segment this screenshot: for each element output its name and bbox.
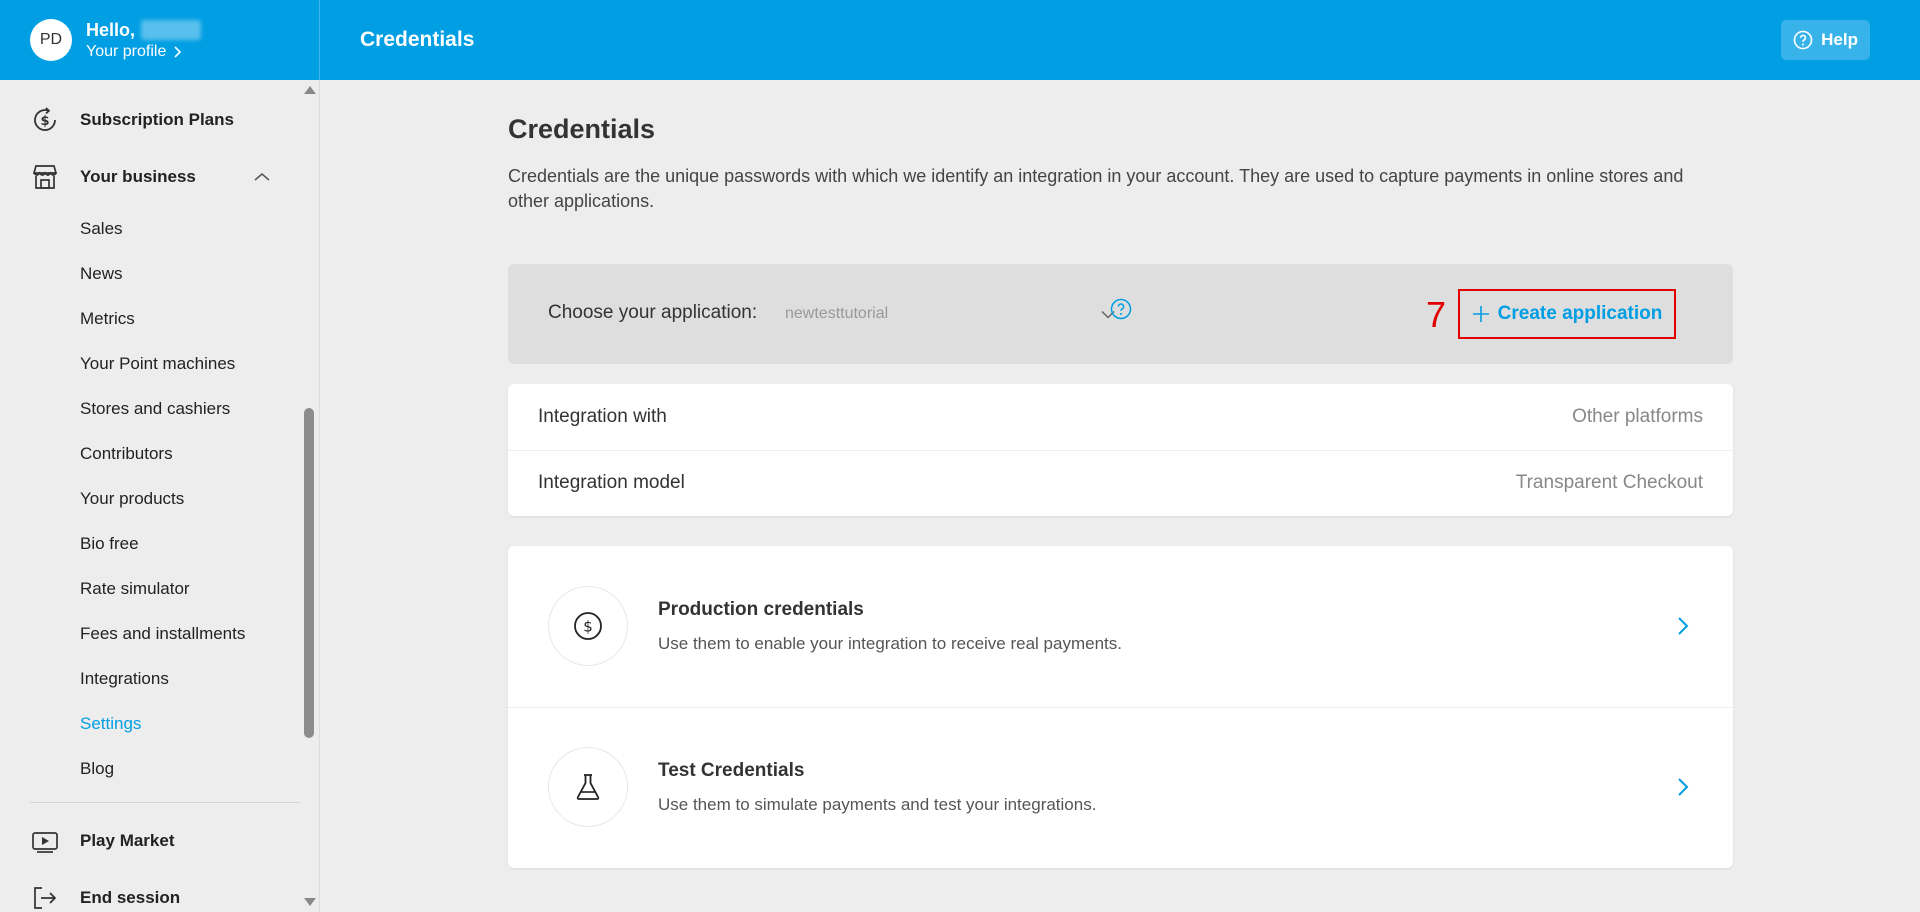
cred-title: Production credentials bbox=[658, 599, 864, 620]
sidebar-item-label: Subscription Plans bbox=[80, 110, 234, 129]
chevron-right-icon[interactable] bbox=[1677, 616, 1689, 636]
info-key: Integration model bbox=[538, 472, 685, 493]
test-credentials-row[interactable]: Test Credentials Use them to simulate pa… bbox=[508, 707, 1733, 868]
sidebar-item-your-business[interactable]: Your business bbox=[30, 157, 270, 197]
scroll-thumb[interactable] bbox=[304, 408, 314, 738]
sidebar-item-fees-installments[interactable]: Fees and installments bbox=[80, 619, 245, 649]
sidebar-scrollbar[interactable] bbox=[300, 80, 318, 912]
chevron-right-icon[interactable] bbox=[1677, 777, 1689, 797]
help-label: Help bbox=[1821, 30, 1858, 49]
production-credentials-row[interactable]: $ Production credentials Use them to ena… bbox=[508, 546, 1733, 707]
scroll-up-arrow[interactable] bbox=[304, 86, 316, 94]
selected-application: newtesttutorial bbox=[785, 305, 889, 322]
cred-subtitle: Use them to simulate payments and test y… bbox=[658, 795, 1097, 814]
plus-icon bbox=[1472, 306, 1489, 322]
sidebar-item-sales[interactable]: Sales bbox=[80, 214, 123, 244]
page-title: Credentials bbox=[508, 114, 656, 144]
integration-info-card: Integration with Other platforms Integra… bbox=[508, 384, 1733, 516]
step-number: 7 bbox=[1426, 294, 1447, 335]
help-button[interactable]: Help bbox=[1781, 20, 1870, 60]
sidebar-item-subscription-plans[interactable]: $ Subscription Plans bbox=[30, 100, 270, 140]
cred-title: Test Credentials bbox=[658, 760, 805, 781]
svg-text:$: $ bbox=[583, 618, 593, 636]
greeting: Hello, Your profile bbox=[86, 19, 202, 61]
sidebar-item-end-session[interactable]: End session bbox=[30, 878, 270, 912]
info-key: Integration with bbox=[538, 406, 667, 427]
chevron-up-icon[interactable] bbox=[254, 172, 270, 182]
sidebar-item-news[interactable]: News bbox=[80, 259, 123, 289]
redacted-name bbox=[141, 20, 202, 40]
credentials-card: $ Production credentials Use them to ena… bbox=[508, 546, 1733, 868]
scroll-down-arrow[interactable] bbox=[304, 898, 316, 906]
sidebar-item-point-machines[interactable]: Your Point machines bbox=[80, 349, 235, 379]
sidebar-item-rate-simulator[interactable]: Rate simulator bbox=[80, 574, 190, 604]
create-application-label: Create application bbox=[1497, 303, 1663, 324]
application-chooser: Choose your application: newtesttutorial… bbox=[508, 264, 1733, 364]
sidebar-item-your-products[interactable]: Your products bbox=[80, 484, 184, 514]
top-bar: PD Hello, Your profile Credentials Help bbox=[0, 0, 1920, 80]
sidebar-item-label: Your business bbox=[80, 167, 196, 186]
create-application-button[interactable]: Create application bbox=[1458, 289, 1676, 339]
question-icon[interactable] bbox=[1110, 298, 1132, 320]
svg-text:$: $ bbox=[40, 114, 49, 129]
profile-link-label: Your profile bbox=[86, 42, 167, 60]
sidebar-item-settings[interactable]: Settings bbox=[80, 709, 141, 739]
sidebar-item-bio-free[interactable]: Bio free bbox=[80, 529, 139, 559]
integration-with-row: Integration with Other platforms bbox=[508, 384, 1733, 450]
header-title: Credentials bbox=[360, 28, 475, 51]
sidebar-item-blog[interactable]: Blog bbox=[80, 754, 114, 784]
info-value: Transparent Checkout bbox=[1515, 472, 1703, 493]
sidebar-item-label: End session bbox=[80, 888, 181, 907]
dollar-cycle-icon: $ bbox=[30, 105, 60, 135]
play-icon bbox=[30, 826, 60, 856]
avatar[interactable]: PD bbox=[30, 19, 72, 61]
profile-block[interactable]: PD Hello, Your profile bbox=[0, 0, 320, 80]
app-chooser-label: Choose your application: bbox=[548, 302, 758, 323]
sidebar: $ Subscription Plans Your business Sales… bbox=[0, 80, 320, 912]
profile-link[interactable]: Your profile bbox=[86, 43, 201, 61]
flask-icon bbox=[548, 747, 628, 827]
sidebar-item-metrics[interactable]: Metrics bbox=[80, 304, 135, 334]
help-icon bbox=[1793, 30, 1813, 50]
sidebar-item-play-market[interactable]: Play Market bbox=[30, 821, 270, 861]
chevron-right-icon bbox=[174, 45, 182, 58]
hello-text: Hello, bbox=[86, 19, 136, 40]
application-select[interactable]: newtesttutorial bbox=[785, 296, 1115, 332]
info-value: Other platforms bbox=[1572, 406, 1703, 427]
cred-subtitle: Use them to enable your integration to r… bbox=[658, 634, 1122, 653]
sidebar-item-label: Play Market bbox=[80, 831, 175, 850]
hello-line: Hello, bbox=[86, 19, 202, 41]
sidebar-divider bbox=[30, 802, 300, 803]
integration-model-row: Integration model Transparent Checkout bbox=[508, 450, 1733, 516]
dollar-icon: $ bbox=[548, 586, 628, 666]
page-description: Credentials are the unique passwords wit… bbox=[508, 166, 1684, 211]
sidebar-item-contributors[interactable]: Contributors bbox=[80, 439, 173, 469]
sidebar-item-stores-cashiers[interactable]: Stores and cashiers bbox=[80, 394, 230, 424]
store-icon bbox=[30, 162, 60, 192]
logout-icon bbox=[30, 883, 60, 912]
sidebar-item-integrations[interactable]: Integrations bbox=[80, 664, 169, 694]
